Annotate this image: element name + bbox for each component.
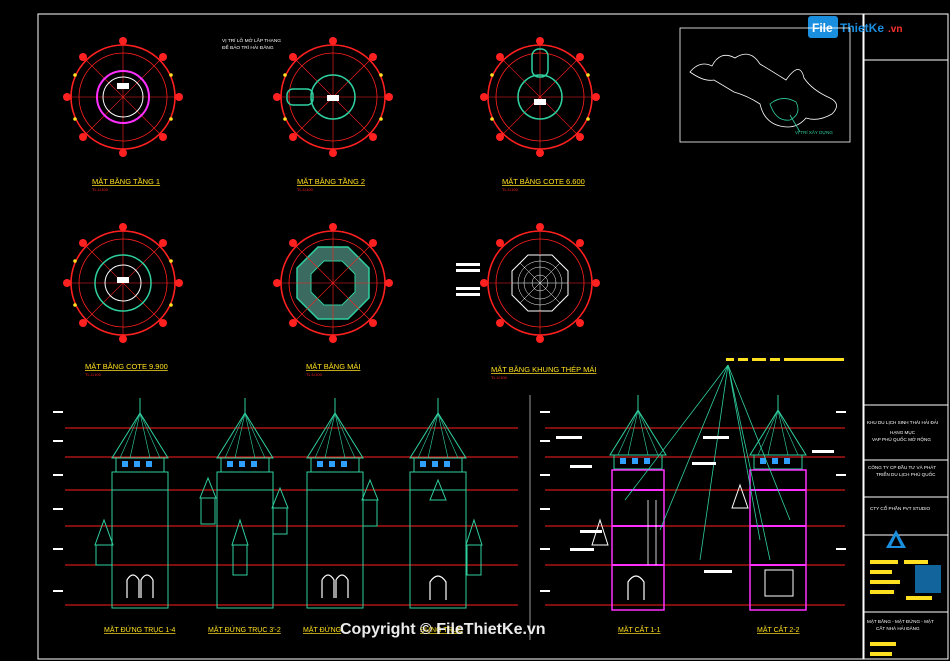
svg-text:TL:1/100: TL:1/100 [85,372,102,377]
svg-text:VỊ TRÍ LỖ MỞ LẮP THANG: VỊ TRÍ LỖ MỞ LẮP THANG [222,36,281,44]
section-1-1 [591,394,667,611]
svg-text:VỊ TRÍ XÂY DỰNG: VỊ TRÍ XÂY DỰNG [795,129,833,135]
svg-text:HẠNG MỤC: HẠNG MỤC [890,430,916,435]
title-elevation-3-2: MẶT ĐỨNG TRỤC 3'-2 [208,625,281,634]
elevation-axis-1-4 [94,397,217,609]
plan-roof-steel-frame [456,223,600,343]
svg-text:TL:1/100: TL:1/100 [491,375,508,380]
svg-text:.vn: .vn [888,24,902,35]
elevation-axis-3-2 [216,397,289,609]
title-elevation-c: MẶT ĐỨNG [303,625,341,634]
title-cote-9900: MẶT BẰNG COTE 9.900 [85,362,168,371]
cad-drawing-sheet: File ThietKe .vn VỊ TRÍ XÂY DỰNG VỊ TRÍ … [37,13,949,660]
section-2-2 [731,394,807,611]
title-section-1-1: MẶT CẮT 1-1 [618,625,661,634]
svg-text:TL:1/100: TL:1/100 [502,187,519,192]
level-lines [65,427,845,606]
svg-text:ĐỂ BẢO TRÌ HẢI ĐĂNG: ĐỂ BẢO TRÌ HẢI ĐĂNG [222,44,274,51]
svg-text:TRIỂN DU LỊCH PHÚ QUỐC: TRIỂN DU LỊCH PHÚ QUỐC [876,471,936,477]
title-floor1: MẶT BẰNG TẦNG 1 [92,176,160,186]
studio-logo-icon [886,530,906,548]
site-plan: VỊ TRÍ XÂY DỰNG [679,27,851,143]
svg-text:TL:1/100: TL:1/100 [306,372,323,377]
title-floor2: MẶT BẰNG TẦNG 2 [297,176,365,186]
svg-text:MẶT BẰNG - MẶT ĐỨNG - MẶT: MẶT BẰNG - MẶT ĐỨNG - MẶT [867,617,934,624]
filethietke-logo: File ThietKe .vn [808,16,902,38]
title-elevation-1-4: MẶT ĐỨNG TRỤC 1-4 [104,625,176,634]
svg-text:TL:1/100: TL:1/100 [92,187,109,192]
svg-text:VAP PHÚ QUỐC MỞ RỘNG: VAP PHÚ QUỐC MỞ RỘNG [872,436,931,442]
elevation-axis-d [409,397,483,609]
title-cote-6600: MẶT BẰNG COTE 6.600 [502,177,585,186]
copyright-watermark: Copyright © FileThietKe.vn [340,621,546,638]
title-section-2-2: MẶT CẮT 2-2 [757,625,800,634]
svg-text:CTY CỔ PHẦN PVT STUDIO: CTY CỔ PHẦN PVT STUDIO [870,505,930,511]
elevation-axis-c [306,397,379,609]
svg-text:CẮT NHÀ HẢI ĐĂNG: CẮT NHÀ HẢI ĐĂNG [876,624,920,631]
svg-text:CÔNG TY CP ĐẦU TƯ VÀ PHÁT: CÔNG TY CP ĐẦU TƯ VÀ PHÁT [868,464,936,470]
title-roof: MẶT BẰNG MÁI [306,362,360,371]
svg-text:TL:1/100: TL:1/100 [297,187,314,192]
plan-floor2 [273,37,393,157]
plan-floor1 [63,37,183,157]
plan-cote-6600 [480,37,600,157]
sheet-border [37,13,864,660]
plan-cote-9900 [63,223,183,343]
plan-roof [273,223,393,343]
svg-text:KHU DU LỊCH SINH THÁI HẢI ĐẢI: KHU DU LỊCH SINH THÁI HẢI ĐẢI [867,419,938,425]
title-roof-frame: MẶT BẰNG KHUNG THÉP MÁI [491,365,596,374]
